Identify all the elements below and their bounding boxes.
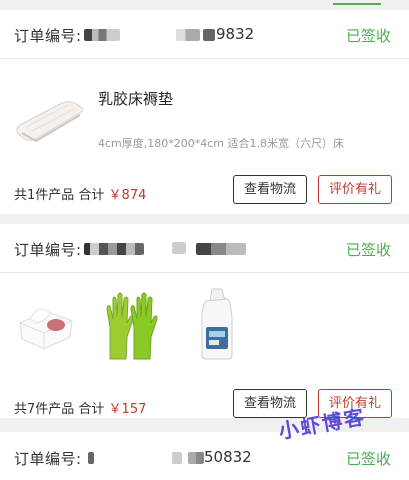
order-number-visible: 9832: [216, 25, 255, 43]
order-summary: 共7件产品 合计 ￥157: [14, 398, 146, 417]
order-summary: 共1件产品 合计 ￥874: [14, 184, 146, 203]
order-number-redacted: [172, 242, 186, 254]
order-number-redacted: [84, 243, 144, 255]
order-number-redacted: [203, 29, 215, 41]
order-number-redacted: [196, 243, 246, 255]
order-number-label: 订单编号:: [14, 241, 82, 259]
active-tab-indicator: [333, 3, 381, 5]
review-button[interactable]: 评价有礼: [318, 175, 392, 204]
order-header: 订单编号: 9832 已签收: [0, 10, 409, 59]
order-header: 订单编号: 已签收: [0, 224, 409, 273]
order-product[interactable]: 乳胶床褥垫 4cm厚度,180*200*4cm 适合1.8米宽（六尺）床: [0, 59, 409, 169]
order-number-redacted: [172, 452, 182, 464]
order-number-redacted: [188, 452, 204, 464]
rubber-gloves-thumbnail: [106, 292, 158, 360]
order-status: 已签收: [345, 450, 391, 468]
order-number-visible: 50832: [204, 448, 252, 466]
order-footer: 共1件产品 合计 ￥874 查看物流 评价有礼: [0, 169, 409, 215]
top-tab-strip: [0, 0, 409, 10]
product-spec: 4cm厚度,180*200*4cm 适合1.8米宽（六尺）床: [98, 137, 345, 150]
summary-text: 共1件产品 合计: [14, 188, 105, 203]
order-header: 订单编号: 50832 已签收: [0, 432, 409, 480]
order-number-label: 订单编号:: [14, 27, 82, 45]
order-total-price: ￥157: [108, 402, 147, 417]
order-card-2[interactable]: 订单编号: 已签收 共7件产品 合计 ￥157 查看物流 评价有礼: [0, 224, 409, 418]
order-number-redacted: [176, 29, 200, 41]
view-logistics-button[interactable]: 查看物流: [233, 175, 307, 204]
order-status: 已签收: [345, 241, 391, 259]
order-number-redacted: [84, 29, 120, 41]
product-title: 乳胶床褥垫: [98, 90, 174, 108]
order-number-label: 订单编号:: [14, 450, 82, 468]
toilet-cleaner-thumbnail: [201, 288, 233, 360]
order-card-3[interactable]: 订单编号: 50832 已签收: [0, 432, 409, 480]
order-status: 已签收: [345, 27, 391, 45]
tissue-box-thumbnail: [19, 308, 73, 350]
order-total-price: ￥874: [108, 188, 147, 203]
mattress-pad-thumbnail: [16, 101, 83, 143]
summary-text: 共7件产品 合计: [14, 402, 105, 417]
order-card-1[interactable]: 订单编号: 9832 已签收 乳胶床褥垫 4cm厚度,180*200*4cm 适…: [0, 10, 409, 214]
order-products[interactable]: [0, 273, 409, 383]
order-number-redacted: [88, 452, 94, 464]
